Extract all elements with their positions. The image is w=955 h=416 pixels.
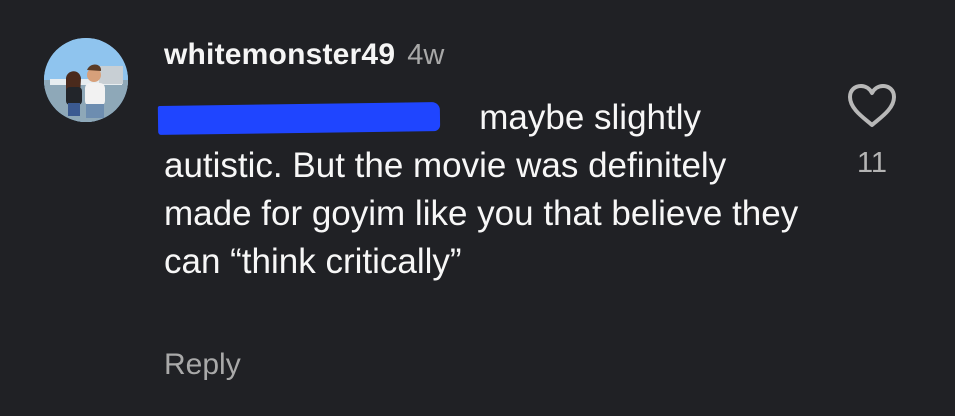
redacted-mention[interactable]: @ <box>157 94 470 142</box>
comment-text: @ maybe slightly autistic. But the movie… <box>157 94 804 286</box>
avatar[interactable] <box>44 38 128 122</box>
timestamp: 4w <box>407 39 445 71</box>
avatar-photo <box>44 38 128 122</box>
redaction-mark <box>157 102 441 135</box>
like-button[interactable] <box>844 82 900 130</box>
like-count: 11 <box>856 147 888 179</box>
heart-outline-icon <box>848 84 896 127</box>
reply-button[interactable]: Reply <box>164 348 241 382</box>
username[interactable]: whitemonster49 <box>164 38 395 72</box>
comment-header: whitemonster49 4w <box>164 38 444 78</box>
